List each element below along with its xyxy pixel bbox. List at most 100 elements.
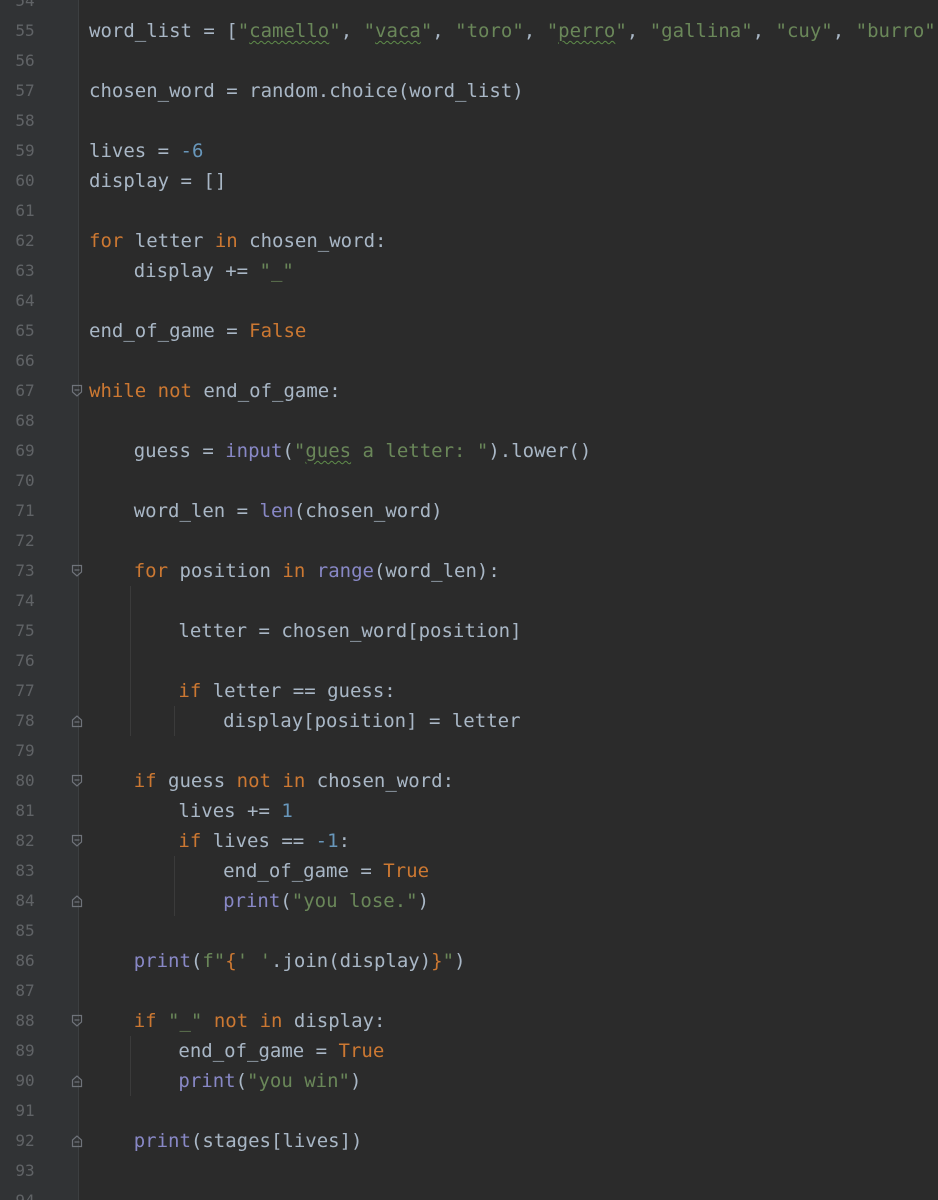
code-text[interactable]: end_of_game = True: [223, 856, 429, 886]
code-line[interactable]: 66: [0, 346, 938, 376]
code-line[interactable]: 87: [0, 976, 938, 1006]
code-line[interactable]: 83 end_of_game = True: [0, 856, 938, 886]
code-line[interactable]: 56: [0, 46, 938, 76]
fold-open-icon[interactable]: [71, 766, 85, 796]
code-line[interactable]: 82 if lives == -1:: [0, 826, 938, 856]
code-line[interactable]: 88 if "_" not in display:: [0, 1006, 938, 1036]
code-text[interactable]: lives += 1: [178, 796, 292, 826]
code-line[interactable]: 81 lives += 1: [0, 796, 938, 826]
code-token: ): [350, 1070, 362, 1092]
code-text[interactable]: display[position] = letter: [223, 706, 520, 736]
code-line[interactable]: 57 chosen_word = random.choice(word_list): [0, 76, 938, 106]
code-line[interactable]: 67 while not end_of_game:: [0, 376, 938, 406]
code-text[interactable]: display = []: [89, 166, 226, 196]
code-line[interactable]: 55 word_list = ["camello", "vaca", "toro"…: [0, 16, 938, 46]
code-token: display[position] = letter: [223, 710, 521, 732]
fold-open-icon[interactable]: [71, 826, 85, 856]
code-line[interactable]: 77 if letter == guess:: [0, 676, 938, 706]
code-line[interactable]: 74: [0, 586, 938, 616]
code-token: ,: [626, 20, 650, 42]
code-token: ": [420, 20, 433, 42]
code-line[interactable]: 58: [0, 106, 938, 136]
code-line[interactable]: 59 lives = -6: [0, 136, 938, 166]
code-line[interactable]: 92 print(stages[lives]): [0, 1126, 938, 1156]
fold-end-icon[interactable]: [71, 1066, 85, 1096]
code-line[interactable]: 94: [0, 1186, 938, 1200]
line-number: 66: [15, 351, 35, 370]
code-line[interactable]: 79: [0, 736, 938, 766]
line-number: 57: [15, 81, 35, 100]
code-text[interactable]: guess = input("gues a letter: ").lower(): [134, 436, 592, 466]
code-line[interactable]: 91: [0, 1096, 938, 1126]
code-line[interactable]: 70: [0, 466, 938, 496]
code-line[interactable]: 76: [0, 646, 938, 676]
code-line[interactable]: 84 print("you lose."): [0, 886, 938, 916]
code-token: ' ': [236, 950, 272, 972]
code-text[interactable]: if guess not in chosen_word:: [134, 766, 454, 796]
code-text[interactable]: for position in range(word_len):: [134, 556, 500, 586]
code-line[interactable]: 73 for position in range(word_len):: [0, 556, 938, 586]
code-text[interactable]: print(stages[lives]): [134, 1126, 363, 1156]
code-text[interactable]: letter = chosen_word[position]: [178, 616, 521, 646]
code-line[interactable]: 60 display = []: [0, 166, 938, 196]
code-line[interactable]: 90 print("you win"): [0, 1066, 938, 1096]
code-text[interactable]: for letter in chosen_word:: [89, 226, 386, 256]
code-token: lives =: [89, 140, 181, 162]
code-token: if: [133, 1010, 157, 1032]
code-text[interactable]: end_of_game = False: [89, 316, 306, 346]
fold-open-icon[interactable]: [71, 556, 85, 586]
code-text[interactable]: word_len = len(chosen_word): [134, 496, 443, 526]
fold-end-icon[interactable]: [71, 1126, 85, 1156]
code-text[interactable]: end_of_game = True: [178, 1036, 384, 1066]
code-line[interactable]: 64: [0, 286, 938, 316]
code-text[interactable]: print("you win"): [178, 1066, 361, 1096]
code-line[interactable]: 93: [0, 1156, 938, 1186]
code-token: not in: [236, 770, 306, 792]
code-token: len: [259, 500, 294, 522]
code-line[interactable]: 85: [0, 916, 938, 946]
code-line[interactable]: 65 end_of_game = False: [0, 316, 938, 346]
line-number: 87: [15, 981, 35, 1000]
code-line[interactable]: 69 guess = input("gues a letter: ").lower…: [0, 436, 938, 466]
code-token: if: [178, 680, 202, 702]
code-text[interactable]: print("you lose."): [223, 886, 429, 916]
code-text[interactable]: if "_" not in display:: [134, 1006, 386, 1036]
code-text[interactable]: while not end_of_game:: [89, 376, 341, 406]
code-text[interactable]: if lives == -1:: [178, 826, 350, 856]
code-token: vaca: [375, 20, 421, 42]
code-line[interactable]: 54: [0, 0, 938, 16]
code-token: "you win": [247, 1070, 350, 1092]
code-text[interactable]: lives = -6: [89, 136, 203, 166]
code-editor[interactable]: 54 55 word_list = ["camello", "vaca", "tor…: [0, 0, 938, 1200]
code-text[interactable]: print(f"{' '.join(display)}"): [134, 946, 466, 976]
code-line[interactable]: 61: [0, 196, 938, 226]
code-token: {: [225, 950, 237, 972]
code-line[interactable]: 78 display[position] = letter: [0, 706, 938, 736]
code-text[interactable]: chosen_word = random.choice(word_list): [89, 76, 524, 106]
fold-open-icon[interactable]: [71, 376, 85, 406]
line-number: 79: [15, 741, 35, 760]
code-token: ": [442, 950, 455, 972]
code-line[interactable]: 89 end_of_game = True: [0, 1036, 938, 1066]
code-token: chosen_word:: [305, 770, 455, 792]
code-line[interactable]: 71 word_len = len(chosen_word): [0, 496, 938, 526]
code-line[interactable]: 75 letter = chosen_word[position]: [0, 616, 938, 646]
code-line[interactable]: 80 if guess not in chosen_word:: [0, 766, 938, 796]
code-text[interactable]: display += "_": [134, 256, 294, 286]
code-line[interactable]: 72: [0, 526, 938, 556]
code-line[interactable]: 62 for letter in chosen_word:: [0, 226, 938, 256]
code-token: (: [235, 1070, 248, 1092]
code-token: end_of_game =: [223, 860, 384, 882]
code-line[interactable]: 63 display += "_": [0, 256, 938, 286]
code-line[interactable]: 68: [0, 406, 938, 436]
line-number: 88: [15, 1011, 35, 1030]
code-text[interactable]: if letter == guess:: [178, 676, 395, 706]
fold-open-icon[interactable]: [71, 1006, 85, 1036]
code-line[interactable]: 86 print(f"{' '.join(display)}"): [0, 946, 938, 976]
line-number: 58: [15, 111, 35, 130]
code-text[interactable]: word_list = ["camello", "vaca", "toro", …: [89, 16, 938, 46]
fold-end-icon[interactable]: [71, 886, 85, 916]
code-token: "_": [168, 1010, 203, 1032]
fold-end-icon[interactable]: [71, 706, 85, 736]
